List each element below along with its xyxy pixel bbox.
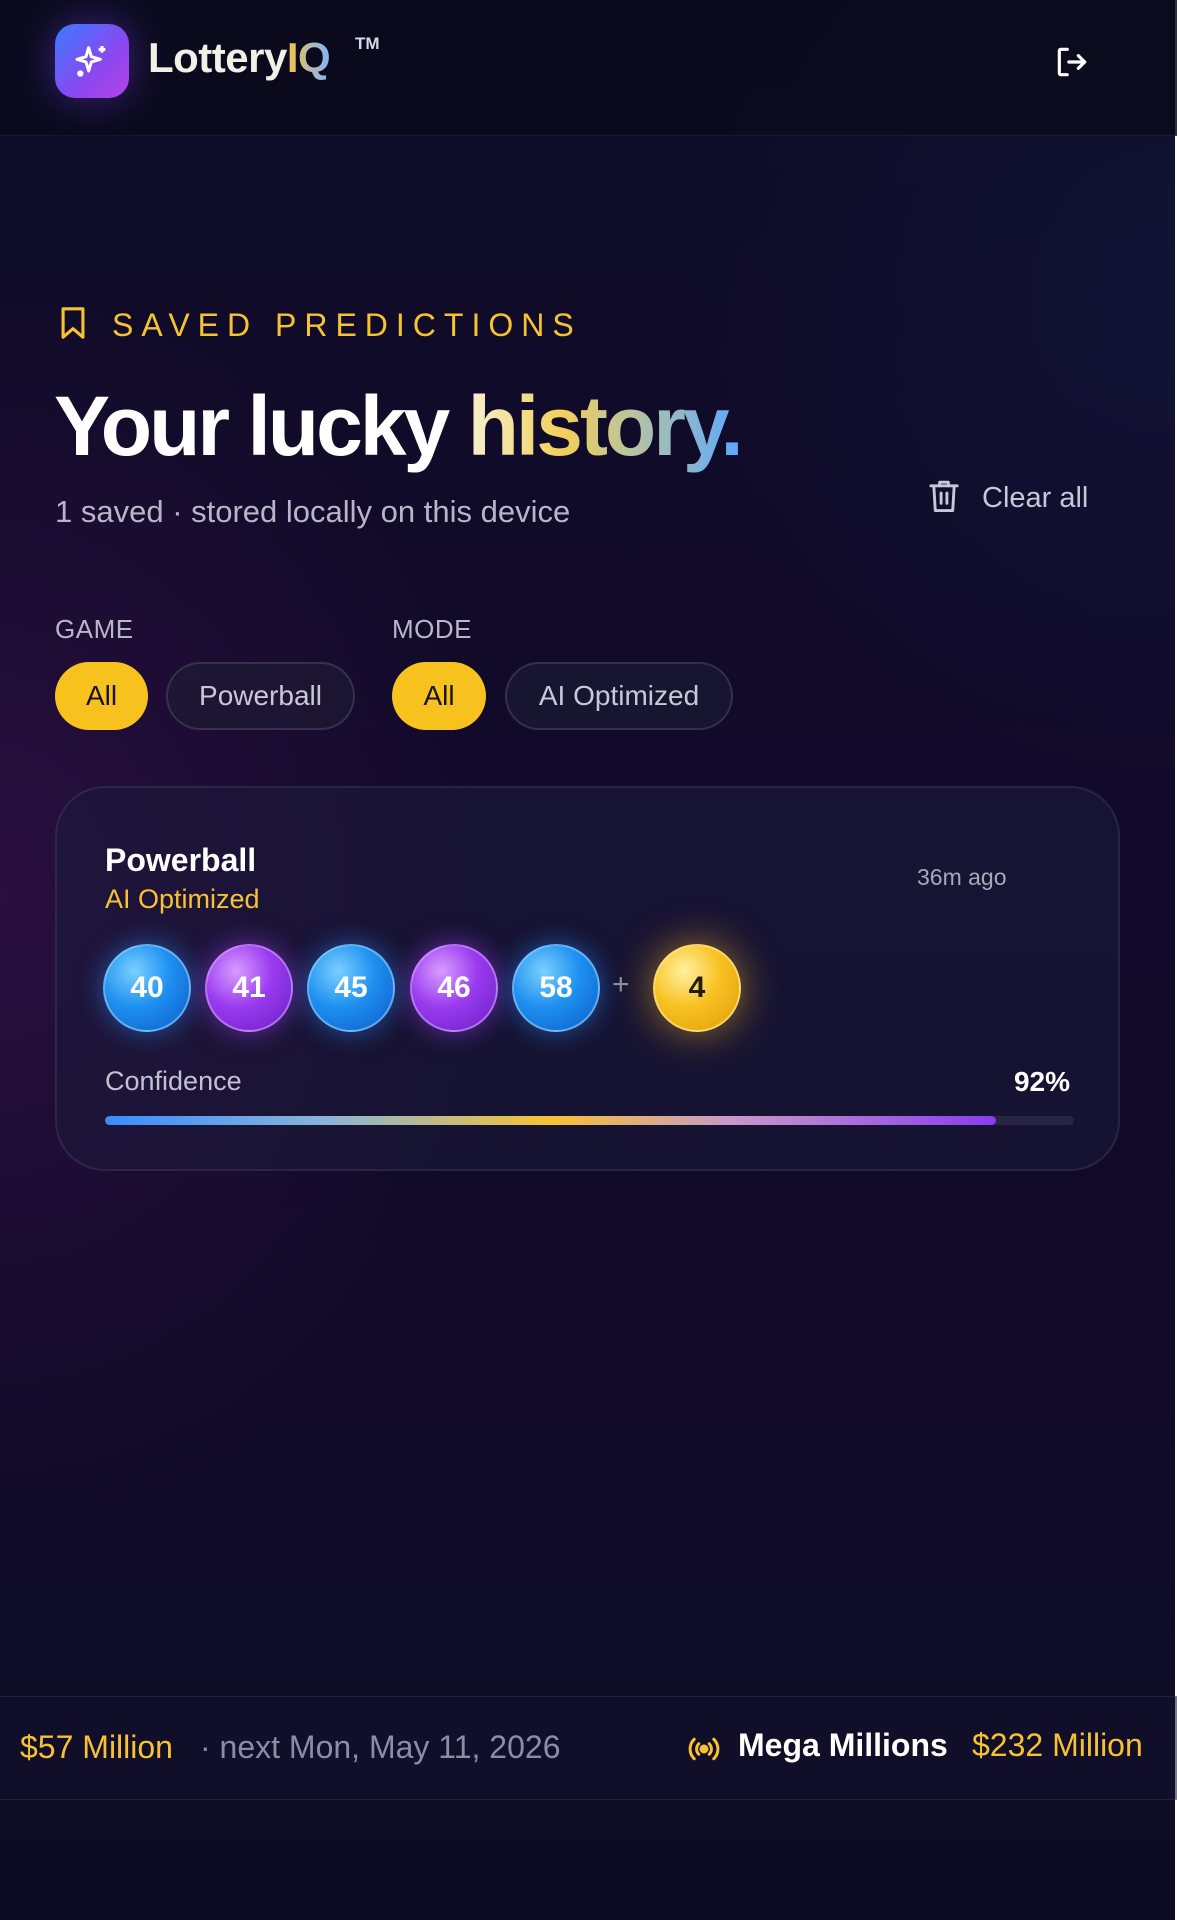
ticker-game-name: Mega Millions <box>738 1727 948 1763</box>
eyebrow-label: SAVED PREDICTIONS <box>112 307 582 343</box>
mode-filter-all-chip[interactable]: All <box>392 662 486 730</box>
mode-filter-label: MODE <box>392 614 472 644</box>
trash-icon <box>928 478 960 519</box>
prediction-timestamp: 36m ago <box>917 864 1007 890</box>
bookmark-icon <box>58 306 88 345</box>
logout-icon[interactable] <box>1050 40 1094 84</box>
plus-separator: + <box>612 968 630 1001</box>
section-eyebrow: SAVED PREDICTIONS <box>58 306 582 345</box>
confidence-value: 92% <box>1013 1066 1070 1097</box>
confidence-label: Confidence <box>105 1066 242 1096</box>
prediction-game: Powerball <box>105 842 257 878</box>
ticker-next-draw: · next Mon, May 11, 2026 <box>200 1729 561 1765</box>
game-filter-label: GAME <box>55 614 134 644</box>
mode-filter-ai-optimized-chip[interactable]: AI Optimized <box>505 662 733 730</box>
prediction-card[interactable]: Powerball AI Optimized 36m ago 40 41 45 … <box>55 786 1120 1171</box>
ticker-jackpot-amount: $57 Million <box>20 1729 173 1765</box>
number-ball: 45 <box>307 944 395 1032</box>
clear-all-button[interactable]: Clear all <box>928 478 1088 518</box>
number-ball: 46 <box>410 944 498 1032</box>
confidence-bar-fill <box>105 1116 997 1125</box>
trademark-mark: TM <box>355 34 380 53</box>
saved-count-subtitle: 1 saved · stored locally on this device <box>55 494 571 529</box>
app-header: LotteryIQ TM <box>0 0 1177 136</box>
sparkles-icon[interactable] <box>55 24 129 98</box>
number-ball: 40 <box>103 944 191 1032</box>
game-filter-all-chip[interactable]: All <box>55 662 148 730</box>
number-ball: 58 <box>512 944 600 1032</box>
number-ball: 41 <box>205 944 293 1032</box>
confidence-bar <box>105 1116 1074 1125</box>
bonus-ball: 4 <box>653 944 741 1032</box>
game-filter-powerball-chip[interactable]: Powerball <box>166 662 355 730</box>
brand-name[interactable]: LotteryIQ <box>148 34 331 82</box>
ticker-jackpot-amount-2: $232 Million <box>972 1727 1143 1763</box>
page-title: Your lucky history. <box>54 379 744 473</box>
broadcast-icon <box>686 1731 722 1767</box>
jackpot-ticker: $57 Million · next Mon, May 11, 2026 Meg… <box>0 1696 1177 1800</box>
clear-all-label: Clear all <box>982 481 1089 514</box>
prediction-mode: AI Optimized <box>105 884 260 914</box>
